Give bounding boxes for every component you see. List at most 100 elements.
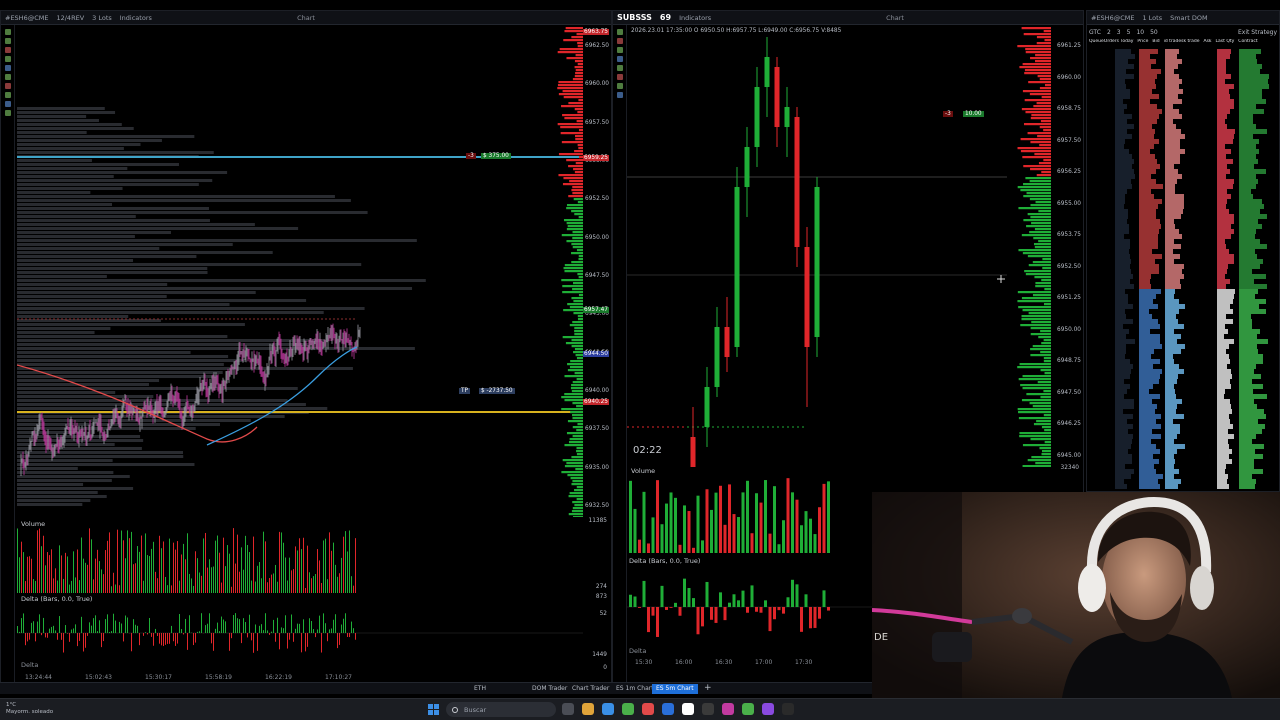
tab-chart-trader[interactable]: Chart Trader bbox=[568, 684, 613, 694]
ray-tool-icon[interactable] bbox=[4, 47, 11, 53]
delta-bar bbox=[137, 625, 138, 633]
volume-bar bbox=[131, 531, 132, 593]
taskbar-search[interactable]: Buscar bbox=[446, 702, 556, 717]
line-tool-icon[interactable] bbox=[616, 38, 623, 44]
text-tool-icon[interactable] bbox=[4, 74, 11, 80]
order-price-tag[interactable]: 10.00 bbox=[963, 111, 984, 117]
tab-dom-trader[interactable]: DOM Trader bbox=[528, 684, 571, 694]
pinned-app-icon[interactable] bbox=[782, 703, 794, 715]
add-tab-button[interactable]: + bbox=[700, 682, 716, 693]
profile-tool-icon[interactable] bbox=[4, 101, 11, 107]
tab-es-5m-chart[interactable]: ES 5m Chart bbox=[652, 684, 698, 694]
start-button[interactable] bbox=[428, 704, 439, 715]
order-book-bar bbox=[572, 246, 583, 249]
order-book-bar bbox=[1035, 60, 1051, 63]
left-chart-window[interactable]: #ESH6@CME 12/4REV 3 Lots Indicators Char… bbox=[0, 10, 612, 686]
cursor-tool-icon[interactable] bbox=[616, 29, 623, 35]
delta-bar bbox=[43, 617, 44, 633]
order-book-bar bbox=[1039, 144, 1051, 147]
smart-dom-window[interactable]: #ESH6@CME 1 Lots Smart DOM GTC 2 3 5 10 … bbox=[1086, 10, 1280, 492]
delta-bar bbox=[83, 633, 84, 652]
order-book-bar bbox=[575, 72, 583, 75]
bars-selector[interactable]: 12/4REV bbox=[56, 14, 84, 22]
lots-selector[interactable]: 3 Lots bbox=[92, 14, 112, 22]
delta-bar bbox=[209, 613, 210, 633]
pinned-app-icon[interactable] bbox=[722, 703, 734, 715]
order-book-bar bbox=[1032, 294, 1051, 297]
fib-tool-icon[interactable] bbox=[4, 65, 11, 71]
ray-tool-icon[interactable] bbox=[616, 47, 623, 53]
dom-ladder[interactable] bbox=[1087, 49, 1279, 491]
pinned-app-icon[interactable] bbox=[642, 703, 654, 715]
left-price-plot[interactable] bbox=[17, 27, 583, 517]
volume-profile-bar bbox=[17, 231, 171, 234]
order-qty-tag[interactable]: -3 bbox=[943, 111, 953, 117]
qty-10-button[interactable]: 10 bbox=[1136, 29, 1144, 36]
volume-bar bbox=[213, 566, 214, 593]
qty-2-button[interactable]: 2 bbox=[1107, 29, 1111, 36]
delta-value-3: 52 bbox=[599, 611, 607, 617]
order-book-bar bbox=[1035, 285, 1051, 288]
pinned-app-icon[interactable] bbox=[562, 703, 574, 715]
mid-price-plot[interactable] bbox=[627, 27, 1051, 467]
dom-column-header[interactable]: id tradesk trade bbox=[1164, 39, 1200, 47]
zoom-tool-icon[interactable] bbox=[616, 92, 623, 98]
measure-tool-icon[interactable] bbox=[4, 83, 11, 89]
tp-tag[interactable]: TP bbox=[459, 388, 471, 394]
symbol-selector[interactable]: #ESH6@CME bbox=[1091, 14, 1134, 22]
rect-tool-icon[interactable] bbox=[4, 56, 11, 62]
order-book-bar bbox=[564, 30, 583, 33]
dom-ladder-cell[interactable] bbox=[1115, 484, 1128, 489]
dom-ladder-cell[interactable] bbox=[1139, 484, 1160, 489]
pinned-app-icon[interactable] bbox=[602, 703, 614, 715]
marker-tool-icon[interactable] bbox=[616, 83, 623, 89]
pinned-app-icon[interactable] bbox=[682, 703, 694, 715]
order-book-bar bbox=[571, 345, 583, 348]
symbol-selector[interactable]: #ESH6@CME bbox=[5, 14, 48, 22]
dom-column-header[interactable]: Contract bbox=[1238, 39, 1257, 47]
pinned-app-icon[interactable] bbox=[742, 703, 754, 715]
volume-bar bbox=[241, 547, 242, 593]
text-tool-icon[interactable] bbox=[616, 65, 623, 71]
rect-tool-icon[interactable] bbox=[616, 56, 623, 62]
pinned-app-icon[interactable] bbox=[762, 703, 774, 715]
dom-column-header[interactable]: Price bbox=[1137, 39, 1148, 47]
position-qty-tag[interactable]: -3 bbox=[466, 153, 476, 159]
line-tool-icon[interactable] bbox=[4, 38, 11, 44]
exit-strategy-selector[interactable]: Exit Strategy bbox=[1238, 29, 1277, 36]
qty-3-button[interactable]: 3 bbox=[1117, 29, 1121, 36]
cursor-tool-icon[interactable] bbox=[4, 29, 11, 35]
pinned-app-icon[interactable] bbox=[702, 703, 714, 715]
qty-50-button[interactable]: 50 bbox=[1150, 29, 1158, 36]
indicators-button[interactable]: Indicators bbox=[120, 14, 152, 22]
tif-selector[interactable]: GTC bbox=[1089, 29, 1101, 36]
weather-widget[interactable]: 1°C Mayorm. soleado bbox=[6, 702, 53, 716]
pinned-app-icon[interactable] bbox=[662, 703, 674, 715]
dom-column-header[interactable]: QueueOrders Today bbox=[1089, 39, 1133, 47]
zoom-tool-icon[interactable] bbox=[4, 110, 11, 116]
order-book-bar bbox=[1038, 162, 1051, 165]
dom-ladder-cell[interactable] bbox=[1239, 484, 1255, 489]
dom-ladder-cell[interactable] bbox=[1217, 484, 1229, 489]
dom-column-header[interactable]: Ask bbox=[1203, 39, 1211, 47]
order-book-bar bbox=[570, 411, 583, 414]
pinned-app-icon[interactable] bbox=[582, 703, 594, 715]
order-book-bar bbox=[1030, 354, 1051, 357]
dom-ladder-cell[interactable] bbox=[1165, 484, 1179, 489]
volume-profile-bar bbox=[17, 267, 208, 270]
tab-eth[interactable]: ETH bbox=[470, 684, 490, 694]
dom-column-header[interactable]: Bid bbox=[1152, 39, 1159, 47]
order-book-bar bbox=[1043, 414, 1051, 417]
marker-tool-icon[interactable] bbox=[4, 92, 11, 98]
volume-bar bbox=[791, 492, 794, 553]
dom-column-header[interactable]: Last Qty bbox=[1216, 39, 1235, 47]
tab-es-1m-chart[interactable]: ES 1m Chart bbox=[612, 684, 658, 694]
chart-title: Chart bbox=[886, 13, 904, 22]
pinned-app-icon[interactable] bbox=[622, 703, 634, 715]
order-book-bar bbox=[572, 426, 583, 429]
lots-selector[interactable]: 1 Lots bbox=[1142, 14, 1162, 22]
qty-5-button[interactable]: 5 bbox=[1127, 29, 1131, 36]
measure-tool-icon[interactable] bbox=[616, 74, 623, 80]
indicators-button[interactable]: Indicators bbox=[679, 14, 711, 22]
delta-bar bbox=[764, 600, 767, 607]
